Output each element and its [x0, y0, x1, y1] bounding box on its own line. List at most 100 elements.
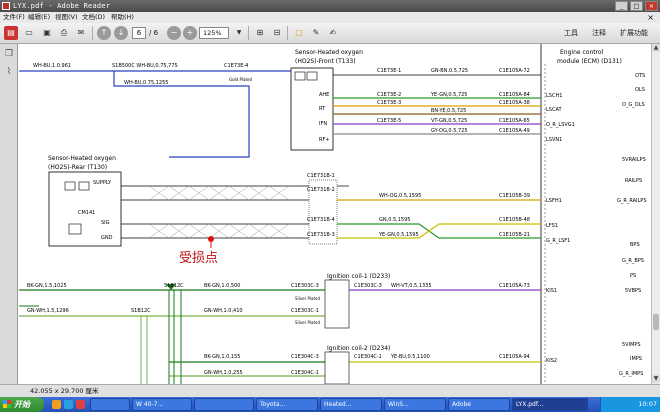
email-icon[interactable]: ✉	[74, 26, 88, 40]
scroll-up-icon[interactable]: ▲	[652, 44, 660, 52]
pin-label: SUPPLY	[93, 180, 112, 186]
wire-label: GY-OG,0.5,725	[431, 128, 468, 134]
menu-bar: 文件(F) 编辑(E) 视图(V) 文档(D) 帮助(H) ×	[0, 12, 660, 23]
quicklaunch-icon[interactable]	[76, 400, 85, 409]
menu-document[interactable]: 文档(D)	[82, 12, 105, 23]
sign-icon[interactable]: ✍	[326, 26, 340, 40]
connector-label: C1E73E-2	[377, 92, 401, 98]
page-size-text: 42.055 x 29.700 厘米	[30, 387, 99, 395]
menu-help[interactable]: 帮助(H)	[111, 12, 134, 23]
taskbar-item-active[interactable]: LYX.pdf...	[512, 398, 588, 411]
coil2-box	[324, 351, 350, 384]
page-number-input[interactable]: 6	[132, 27, 146, 39]
toolbar-divider	[248, 26, 249, 40]
note-label: Gold Plated	[229, 77, 252, 82]
wire-label: GN-WH,1.5,1296	[27, 308, 69, 314]
connector-label: C1E73E-4	[224, 63, 248, 69]
open-folder-icon[interactable]: ▭	[22, 26, 36, 40]
ecm-pin: BPS	[630, 242, 640, 248]
ecm-pin: G_R_BPS	[622, 258, 644, 264]
window-title: LYX.pdf - Adobe Reader	[13, 2, 111, 10]
wire-label: GN,0.5,1595	[379, 217, 410, 223]
quicklaunch-icon[interactable]	[64, 400, 73, 409]
taskbar-item[interactable]: Adobe	[448, 398, 510, 411]
connector-label: C1E303C-3	[354, 283, 382, 289]
comments-button[interactable]: 注释	[592, 26, 606, 40]
taskbar-item[interactable]: WinS...	[384, 398, 446, 411]
menu-file[interactable]: 文件(F)	[3, 12, 25, 23]
zoom-select[interactable]: 125%	[199, 27, 229, 39]
front-sensor-title: Sensor-Heated oxygen	[295, 49, 363, 56]
print-icon[interactable]: ⎙	[57, 26, 71, 40]
wire-label: WH-OG,0.5,1595	[379, 193, 421, 199]
connector-label: C1E303C-3	[291, 283, 319, 289]
comment-icon[interactable]: ▢	[292, 26, 306, 40]
ecm-pin: RAILPS	[625, 178, 642, 184]
wire-label: WH-BU,0.75,1255	[124, 80, 168, 86]
windows-taskbar: 开始 W 40-7... Toyota... Heated... WinS...…	[0, 397, 660, 412]
connector-label: C1E105A-84	[499, 92, 530, 98]
zoom-out-icon[interactable]: −	[167, 26, 181, 40]
pin-label: GND	[101, 235, 113, 241]
front-sensor-title2: (HO2S)-Front (T133)	[295, 58, 356, 65]
scroll-thumb[interactable]	[653, 314, 659, 330]
connector-label: C1E304C-3	[291, 354, 319, 360]
taskbar-item[interactable]	[90, 398, 130, 411]
connector-label: C1E105A-72	[499, 68, 530, 74]
menu-edit[interactable]: 编辑(E)	[28, 12, 50, 23]
coil2-title: Ignition coil-2 (D234)	[327, 345, 390, 352]
minimize-button[interactable]: _	[615, 1, 628, 11]
page-total: / 6	[149, 29, 159, 37]
fit-width-icon[interactable]: ⊟	[270, 26, 284, 40]
connector-label: C1E731B-2	[307, 187, 335, 193]
ecm-pin: PS	[630, 273, 636, 279]
taskbar-item[interactable]: Heated...	[320, 398, 382, 411]
highlight-icon[interactable]: ✎	[309, 26, 323, 40]
connector-label: C1E105B-48	[499, 217, 530, 223]
start-button[interactable]: 开始	[0, 397, 44, 412]
window-titlebar: LYX.pdf - Adobe Reader _ □ ×	[0, 0, 660, 12]
create-pdf-icon[interactable]: ▤	[4, 26, 18, 40]
next-page-icon[interactable]: ↓	[114, 26, 128, 40]
ecm-pin: LSVN1	[546, 137, 562, 143]
wire-label: BK-GN,1.0,500	[204, 283, 240, 289]
pin-label: AHE	[319, 92, 329, 98]
pin-label: IFN	[319, 121, 327, 127]
taskbar-item[interactable]	[194, 398, 254, 411]
extended-button[interactable]: 扩展功能	[620, 26, 648, 40]
taskbar-item[interactable]: W 40-7...	[132, 398, 192, 411]
previous-page-icon[interactable]: ↑	[97, 26, 111, 40]
close-button[interactable]: ×	[645, 1, 658, 11]
attachments-icon[interactable]: ⌇	[3, 66, 15, 78]
taskbar-item[interactable]: Toyota...	[256, 398, 318, 411]
pages-panel-icon[interactable]: ❐	[3, 48, 15, 60]
ecm-pin: LSFH1	[546, 198, 562, 204]
connector-label: C1E731B-3	[307, 232, 335, 238]
ecm-title2: module (ECM) (D131)	[557, 58, 622, 65]
vertical-scrollbar[interactable]: ▲ ▼	[651, 44, 660, 384]
scroll-down-icon[interactable]: ▼	[652, 375, 660, 383]
quicklaunch-icon[interactable]	[52, 400, 61, 409]
toolbar: ▤ ▭ ▣ ⎙ ✉ ↑ ↓ 6 / 6 − + 125% ▼ ⊞ ⊟ ▢ ✎ ✍…	[0, 23, 660, 44]
ecm-pin: KIS1	[546, 288, 557, 294]
fit-page-icon[interactable]: ⊞	[253, 26, 267, 40]
wire-label: BN-YE,0.5,725	[431, 108, 466, 114]
ecm-title: Engine control	[560, 49, 604, 56]
save-icon[interactable]: ▣	[40, 26, 54, 40]
connector-label: C1E105B-21	[499, 232, 530, 238]
menu-view[interactable]: 视图(V)	[55, 12, 78, 23]
damage-annotation: 受损点	[179, 251, 218, 266]
connector-label: C1E73E-3	[377, 100, 401, 106]
zoom-dropdown-icon[interactable]: ▼	[232, 26, 246, 40]
splice-label: S1B12C	[131, 308, 151, 314]
connector-label: C1E73E-5	[377, 118, 401, 124]
wire-label: WH-BU,1.0,961	[33, 63, 71, 69]
maximize-button[interactable]: □	[630, 1, 643, 11]
ecm-pin: 5VIMPS	[622, 342, 641, 348]
ecm-pin: KIS2	[546, 358, 557, 364]
tools-button[interactable]: 工具	[564, 26, 578, 40]
coil1-title: Ignition coil-1 (D233)	[327, 273, 390, 280]
document-view[interactable]: Engine control module (ECM) (D131) Senso…	[19, 44, 651, 384]
document-close-icon[interactable]: ×	[647, 12, 654, 23]
zoom-in-icon[interactable]: +	[183, 26, 197, 40]
